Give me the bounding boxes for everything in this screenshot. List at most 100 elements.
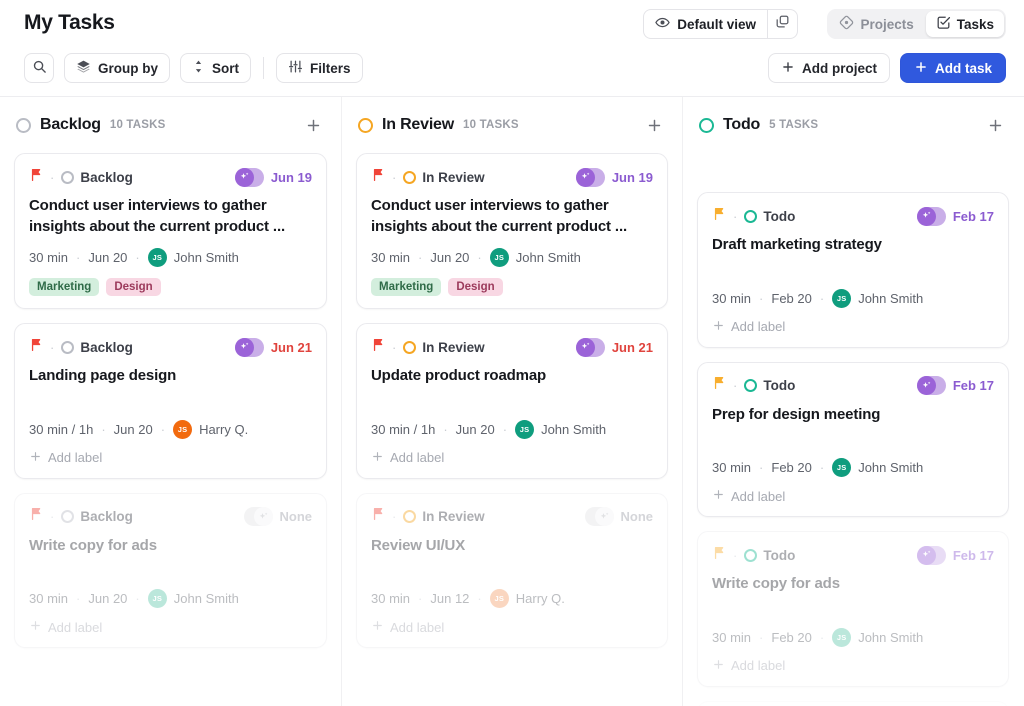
sparkle-icon [594, 507, 614, 527]
card-header-row: · In Review Jun 21 [371, 337, 653, 357]
ai-toggle[interactable] [584, 507, 614, 527]
add-task-button[interactable]: Add task [899, 53, 1006, 83]
priority-flag-icon [712, 207, 726, 226]
task-card[interactable]: · In Review None Review UI/UX 30 min · Jun 12 ·… [356, 492, 668, 649]
ai-schedule-control[interactable]: Jun 19 [234, 167, 312, 187]
add-label-button[interactable]: Add label [712, 488, 994, 504]
card-spacer [29, 556, 312, 578]
column-status-circle [16, 117, 31, 133]
add-label-button[interactable]: Add label [371, 450, 653, 466]
card-assignee: John Smith [858, 629, 924, 645]
ai-schedule-date: Feb 17 [952, 378, 994, 394]
ai-schedule-control[interactable]: Feb 17 [916, 376, 994, 396]
default-view-label: Default view [677, 16, 756, 32]
add-label-text: Add label [390, 450, 445, 466]
add-label-button[interactable]: Add label [371, 619, 653, 635]
segment-tasks[interactable]: Tasks [925, 11, 1004, 37]
add-project-label: Add project [801, 60, 877, 76]
priority-flag-icon [29, 507, 43, 526]
task-card[interactable]: · Backlog None Write copy for ads 30 min · Jun… [14, 492, 327, 649]
search-icon [32, 59, 47, 77]
ai-schedule-control[interactable]: None [243, 507, 312, 527]
group-by-button[interactable]: Group by [64, 53, 170, 83]
filters-button[interactable]: Filters [276, 53, 363, 83]
sort-button[interactable]: Sort [180, 53, 251, 83]
meta-separator: · [759, 629, 764, 645]
label-chip[interactable]: Design [448, 278, 503, 297]
task-card-partial[interactable] [697, 700, 1009, 706]
meta-separator: · [477, 250, 482, 266]
task-card[interactable]: · Todo Feb 17 Write copy for ads 30 min · Feb … [697, 531, 1009, 687]
label-chip[interactable]: Marketing [371, 278, 442, 297]
sparkle-icon [916, 545, 936, 565]
task-card[interactable]: · In Review Jun 19 Conduct user interviews … [356, 153, 668, 310]
ai-toggle[interactable] [575, 337, 605, 357]
ai-schedule-control[interactable]: Jun 21 [234, 337, 312, 357]
ai-schedule-control[interactable]: Jun 19 [575, 167, 653, 187]
task-card[interactable]: · Todo Feb 17 Draft marketing strategy 30 mi… [697, 192, 1009, 348]
column-add-task-button[interactable] [983, 113, 1007, 137]
ai-toggle[interactable] [234, 167, 264, 187]
default-view-button[interactable]: Default view [643, 9, 767, 39]
card-status-label: In Review [422, 169, 485, 185]
sparkle-icon [916, 206, 936, 226]
ai-schedule-control[interactable]: Feb 17 [916, 545, 994, 565]
column-add-task-button[interactable] [642, 113, 666, 137]
copy-icon [775, 14, 790, 34]
sparkle-icon [575, 167, 595, 187]
avatar: JS [489, 248, 509, 268]
task-card[interactable]: · Todo Feb 17 Prep for design meeting 30 min… [697, 361, 1009, 518]
add-project-button[interactable]: Add project [767, 53, 890, 83]
segment-projects[interactable]: Projects [829, 11, 923, 37]
ai-toggle[interactable] [916, 376, 946, 396]
ai-schedule-date: Jun 21 [611, 339, 653, 355]
card-status-label: Todo [763, 378, 796, 394]
add-label-text: Add label [731, 319, 786, 335]
card-status-circle [61, 170, 75, 184]
card-duration: 30 min [29, 250, 69, 266]
card-meta-row: 30 min / 1h · Jun 20 · JS Harry Q. [29, 419, 312, 439]
segment-projects-label: Projects [860, 16, 914, 32]
label-chip[interactable]: Design [106, 278, 161, 297]
task-card[interactable]: · Backlog Jun 21 Landing page design 30 min … [14, 323, 327, 479]
add-label-button[interactable]: Add label [712, 658, 994, 674]
ai-schedule-control[interactable]: Feb 17 [916, 206, 994, 226]
column-title: Todo [723, 116, 761, 133]
card-status-label: Todo [763, 208, 796, 224]
card-status-label: In Review [422, 509, 485, 525]
ai-schedule-control[interactable]: Jun 21 [575, 337, 653, 357]
meta-separator: · [443, 421, 448, 437]
avatar: JS [515, 419, 535, 439]
column-add-task-button[interactable] [301, 113, 325, 137]
avatar: JS [832, 288, 852, 308]
ai-toggle[interactable] [916, 206, 946, 226]
ai-schedule-control[interactable]: None [584, 507, 653, 527]
ai-schedule-date: Feb 17 [952, 208, 994, 224]
add-label-button[interactable]: Add label [712, 319, 994, 335]
ai-schedule-date: Jun 21 [270, 339, 312, 355]
search-button[interactable] [24, 53, 54, 83]
card-header-row: · Backlog None [29, 507, 312, 527]
ai-toggle[interactable] [243, 507, 273, 527]
column-header: In Review 10 TASKS [356, 97, 668, 153]
card-status-label: Backlog [80, 339, 133, 355]
ai-toggle[interactable] [234, 337, 264, 357]
card-title: Review UI/UX [371, 536, 466, 554]
card-status-circle [744, 548, 758, 562]
add-label-button[interactable]: Add label [29, 450, 312, 466]
task-card[interactable]: · In Review Jun 21 Update product roadmap 30… [356, 323, 668, 479]
task-card[interactable]: · Backlog Jun 19 Conduct user interviews to… [14, 153, 327, 310]
card-date: Feb 20 [771, 290, 812, 306]
toolbar-divider [263, 57, 264, 79]
ai-toggle[interactable] [916, 545, 946, 565]
duplicate-view-button[interactable] [767, 9, 798, 39]
plus-icon [29, 450, 42, 466]
board-column-backlog: Backlog 10 TASKS · Backlog Jun 19 Conduct use… [0, 97, 341, 706]
add-label-button[interactable]: Add label [29, 619, 312, 635]
column-task-count: 5 TASKS [769, 119, 819, 131]
card-spacer [371, 387, 653, 409]
ai-schedule-date: Feb 17 [952, 547, 994, 563]
label-chip[interactable]: Marketing [29, 278, 100, 297]
ai-toggle[interactable] [575, 167, 605, 187]
card-duration: 30 min / 1h [371, 421, 436, 437]
